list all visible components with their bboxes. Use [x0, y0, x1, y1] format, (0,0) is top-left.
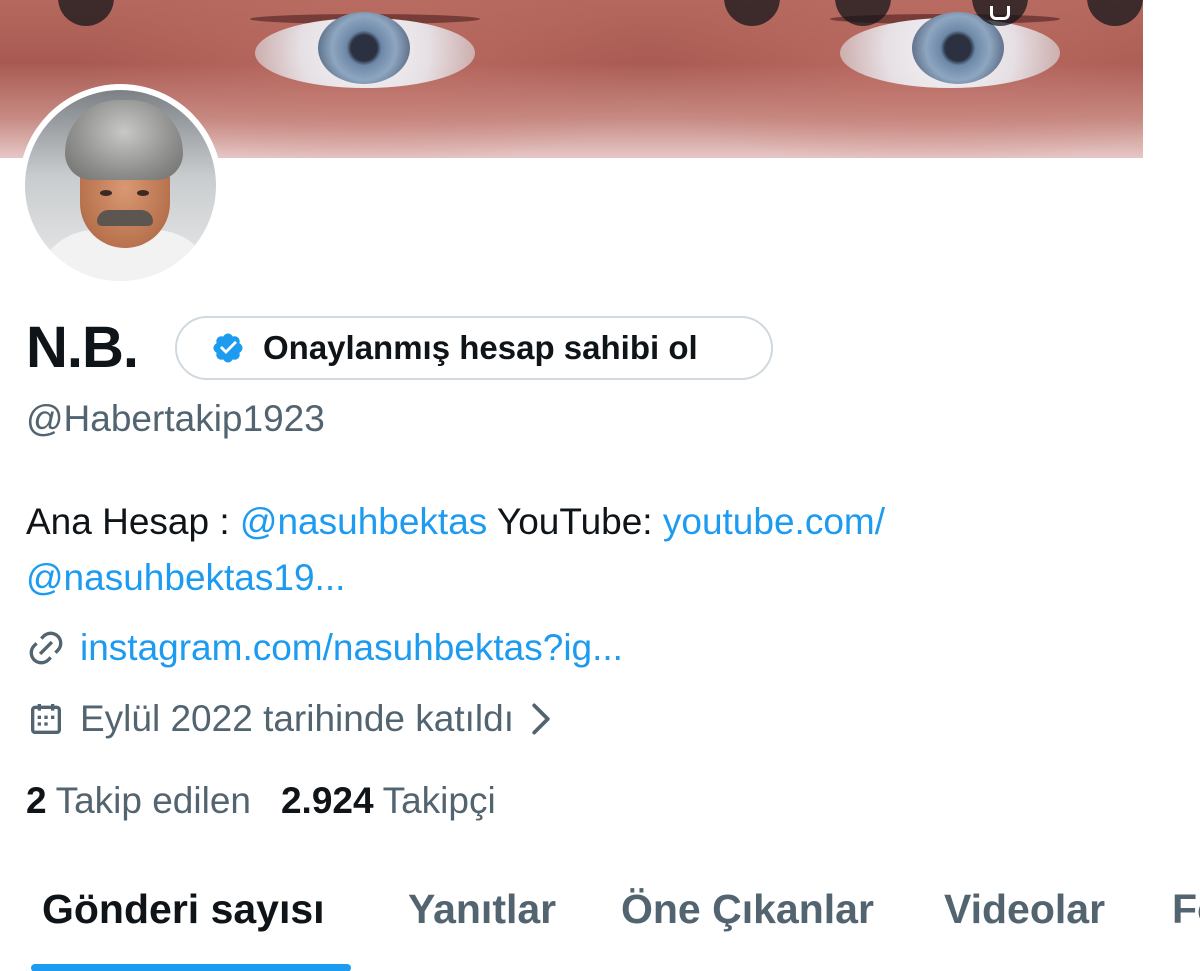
tab-posts[interactable]: Gönderi sayısı: [42, 886, 325, 933]
tab-replies[interactable]: Yanıtlar: [408, 886, 556, 933]
get-verified-button[interactable]: Onaylanmış hesap sahibi ol: [175, 316, 773, 380]
display-name: N.B.: [26, 315, 139, 380]
chevron-right-icon: [532, 703, 550, 735]
active-tab-indicator: [31, 964, 351, 971]
profile-tabs: Gönderi sayısı Yanıtlar Öne Çıkanlar Vid…: [0, 860, 1200, 971]
user-handle: @Habertakip1923: [26, 398, 325, 439]
bio-youtube-link[interactable]: youtube.com/: [663, 501, 885, 542]
joined-date: Eylül 2022 tarihinde katıldı: [80, 698, 514, 739]
bio: Ana Hesap : @nasuhbektas YouTube: youtub…: [26, 494, 1146, 606]
following-label[interactable]: Takip edilen: [56, 780, 251, 822]
bio-youtube-link-cont[interactable]: @nasuhbektas19...: [26, 557, 345, 598]
followers-count[interactable]: 2.924: [281, 780, 374, 822]
avatar[interactable]: [19, 84, 222, 287]
tab-videos[interactable]: Videolar: [944, 886, 1105, 933]
calendar-icon: [31, 704, 61, 734]
tab-more[interactable]: Fo: [1172, 886, 1200, 933]
bio-text: Ana Hesap :: [26, 501, 240, 542]
bio-mention-link[interactable]: @nasuhbektas: [240, 501, 487, 542]
banner-iris-left: [318, 12, 410, 84]
joined-row[interactable]: Eylül 2022 tarihinde katıldı: [26, 698, 552, 740]
followers-label[interactable]: Takipçi: [383, 780, 496, 822]
verified-badge-icon: [213, 333, 243, 363]
website-link[interactable]: instagram.com/nasuhbektas?ig...: [80, 627, 623, 669]
avatar-image: [25, 90, 216, 281]
get-verified-label: Onaylanmış hesap sahibi ol: [263, 329, 698, 366]
website-row: instagram.com/nasuhbektas?ig...: [26, 627, 623, 669]
follow-stats: 2 Takip edilen 2.924 Takipçi: [26, 780, 526, 822]
following-count[interactable]: 2: [26, 780, 47, 822]
link-icon: [29, 631, 63, 665]
bio-text: YouTube:: [487, 501, 663, 542]
tab-highlights[interactable]: Öne Çıkanlar: [621, 886, 874, 933]
